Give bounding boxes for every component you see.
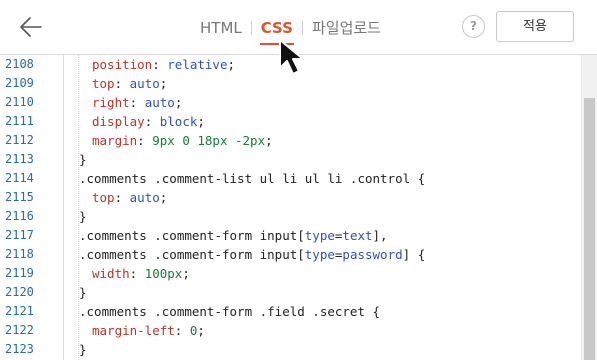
code-token: top [92,190,115,205]
code-token: : [152,57,168,72]
code-text: } [79,150,87,169]
code-token: .comments .comment-list ul li ul li .con… [79,171,426,186]
line-number: 2110 [5,95,34,109]
code-token: .comments .comment-form input[ [79,247,305,262]
code-token: : [144,114,160,129]
code-text: width: 100px; [92,264,190,283]
arrow-left-icon [20,17,42,37]
code-token: .comments .comment-form .field .secret { [79,304,381,319]
code-text: margin-left: 0; [92,321,205,340]
code-token: margin [92,133,138,148]
code-token: ; [265,133,273,148]
code-token: type [304,228,335,243]
code-token: auto [144,95,175,110]
mouse-pointer-icon [279,39,304,75]
tab-divider [250,20,252,35]
line-number: 2119 [5,266,34,280]
code-token: position [92,57,153,72]
code-token: ] { [402,247,426,262]
back-button[interactable] [14,10,48,44]
code-token: password [342,247,403,262]
line-number: 2121 [5,304,34,318]
code-token: margin-left [92,323,175,338]
code-token: ; [159,190,168,205]
code-token: : [174,323,190,338]
code-token: auto [129,76,160,91]
tab-css[interactable]: CSS [259,18,295,45]
code-text: margin: 9px 0 18px -2px; [92,131,273,150]
code-token: : [114,76,130,91]
line-number: 2114 [5,171,34,185]
code-text: .comments .comment-list ul li ul li .con… [79,169,425,188]
code-text: .comments .comment-form input[type=passw… [79,245,425,264]
code-token: type [304,247,335,262]
code-text: display: block; [92,112,205,131]
code-token: : [114,190,130,205]
code-token: ; [182,266,190,281]
line-number: 2122 [5,323,34,337]
code-token: relative [167,57,228,72]
code-text: } [79,283,87,302]
code-token: } [79,209,87,224]
vertical-scrollbar[interactable] [581,55,597,360]
code-token: top [92,76,115,91]
line-number: 2109 [5,76,34,90]
line-number: 2117 [5,228,34,242]
scrollbar-thumb[interactable] [584,98,595,360]
code-token: text [342,228,373,243]
code-token: ; [159,76,168,91]
code-token: } [79,285,87,300]
help-button[interactable]: ? [462,15,485,38]
code-token: display [92,114,145,129]
line-number: 2123 [5,342,34,356]
apply-button[interactable]: 적용 [496,11,574,42]
line-number: 2120 [5,285,34,299]
tab-file-upload[interactable]: 파일업로드 [312,18,381,38]
line-number: 2108 [5,57,34,71]
code-text: } [79,340,87,359]
code-text: } [79,207,87,226]
code-token: } [79,152,87,167]
line-number: 2115 [5,190,34,204]
line-number: 2116 [5,209,34,223]
code-text: top: auto; [92,74,167,93]
code-token: : [129,266,145,281]
code-token: ], [372,228,388,243]
code-token: width [92,266,130,281]
code-token: block [159,114,198,129]
code-text: .comments .comment-form .field .secret { [79,302,380,321]
code-text: top: auto; [92,188,167,207]
code-token: : [129,95,145,110]
line-number: 2111 [5,114,34,128]
code-token: ; [197,323,205,338]
code-text: position: relative; [92,55,235,74]
tab-html[interactable]: HTML [200,18,242,38]
tab-divider [301,20,303,35]
code-token: } [79,342,87,357]
code-text: .comments .comment-form input[type=text]… [79,226,388,245]
line-number: 2113 [5,152,34,166]
code-token: 9px 0 18px -2px [152,133,266,148]
code-text: right: auto; [92,93,182,112]
code-token: 100px [144,266,183,281]
code-token: .comments .comment-form input[ [79,228,305,243]
code-editor[interactable]: 2108 position: relative; 2109 top: auto; 211… [0,55,597,360]
code-token: auto [129,190,160,205]
line-number: 2112 [5,133,34,147]
code-token: right [92,95,130,110]
code-token: ; [174,95,183,110]
line-number: 2118 [5,247,34,261]
code-token: ; [197,114,205,129]
code-token: ; [227,57,236,72]
code-token: : [137,133,153,148]
